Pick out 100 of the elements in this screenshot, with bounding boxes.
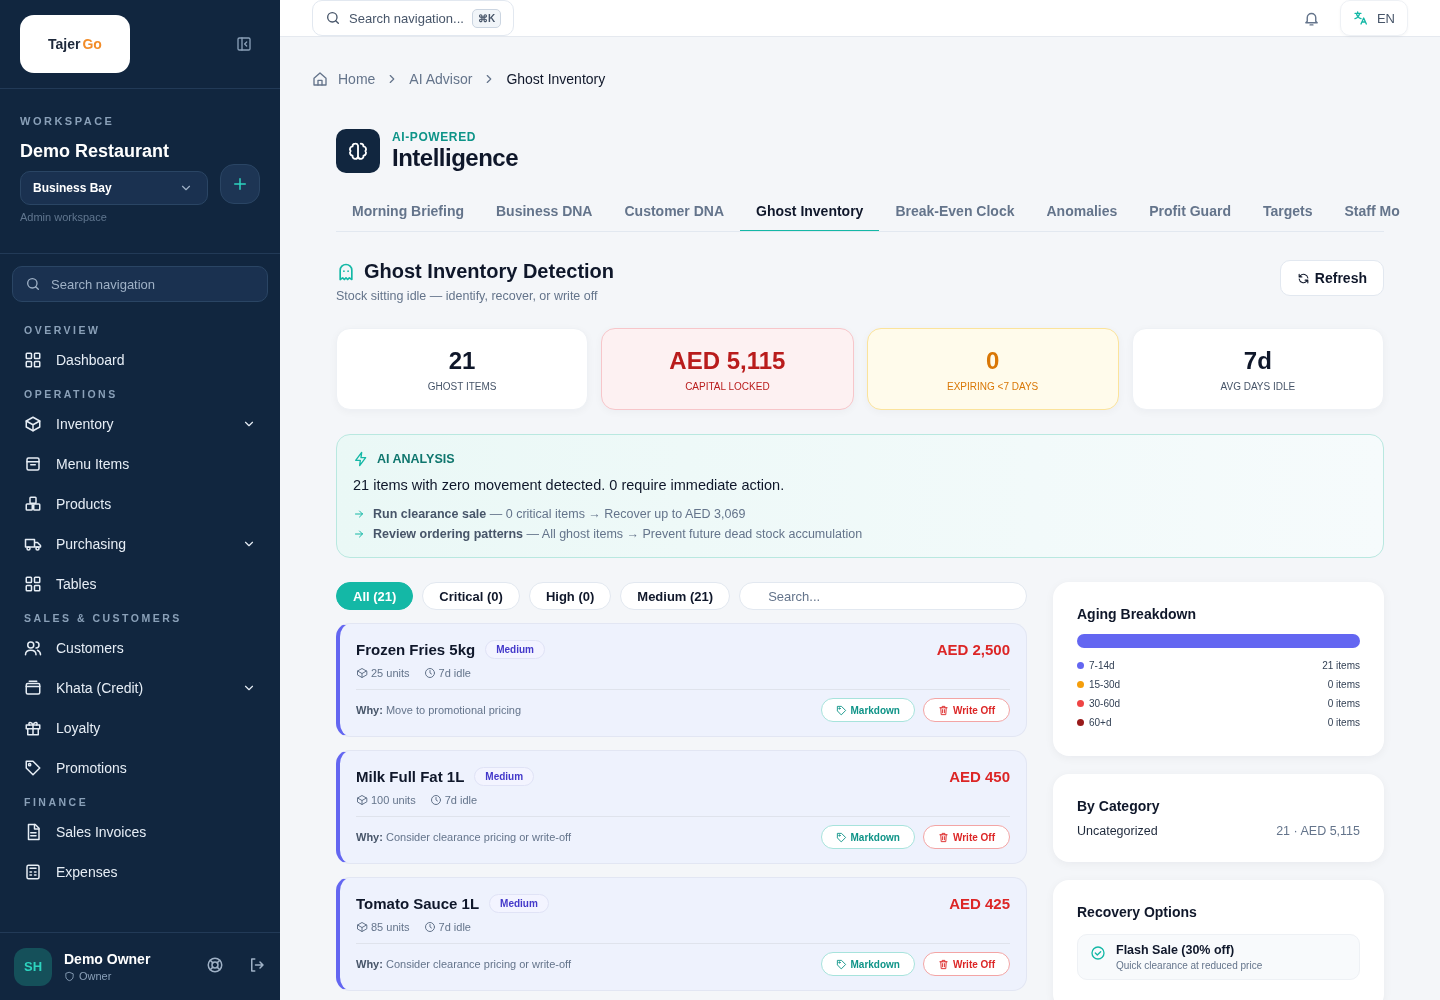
write-off-button[interactable]: Write Off	[922, 952, 1010, 976]
arrow-right-icon	[353, 508, 365, 520]
tab[interactable]: Profit Guard	[1133, 191, 1247, 231]
reason-text: Why: Move to promotional pricing	[356, 704, 523, 716]
tab[interactable]: Staff Mo	[1328, 191, 1416, 231]
page-title: Intelligence	[392, 144, 519, 171]
gift-icon	[24, 719, 42, 737]
reason-text: Why: Consider clearance pricing or write-off	[356, 958, 572, 970]
nav-item[interactable]: Promotions	[12, 748, 268, 788]
analysis-action: Review ordering patterns — All ghost items → Prevent future dead stock accumulation	[373, 527, 863, 541]
filter-chip[interactable]: Medium (21)	[620, 582, 731, 610]
cube-icon	[24, 415, 42, 433]
calculator-icon	[24, 863, 42, 881]
markdown-button[interactable]: Markdown	[820, 952, 915, 976]
workspace-note: Admin workspace	[20, 211, 107, 223]
grid-icon	[24, 575, 42, 593]
search-field[interactable]: Search navigation... ⌘K	[312, 0, 515, 36]
nav-item[interactable]: Inventory	[12, 404, 268, 444]
legend-count: 0 items	[1327, 717, 1360, 728]
home-icon[interactable]	[312, 71, 328, 87]
reason-text: Why: Consider clearance pricing or write-off	[356, 831, 572, 843]
collapse-sidebar-icon[interactable]	[236, 36, 252, 52]
trash-icon	[937, 958, 949, 970]
legend-count: 0 items	[1327, 679, 1360, 690]
search-field[interactable]: Search navigation	[12, 266, 268, 302]
item-name: Milk Full Fat 1L	[356, 768, 465, 785]
markdown-button[interactable]: Markdown	[820, 825, 915, 849]
idle-text: 7d idle	[438, 921, 471, 933]
tab[interactable]: Anomalies	[1030, 191, 1134, 231]
refresh-icon	[1296, 271, 1310, 285]
workspace-label: WORKSPACE	[20, 115, 115, 127]
clock-icon	[429, 794, 442, 806]
help-icon[interactable]	[206, 955, 224, 974]
grid-icon	[24, 351, 42, 369]
search-field[interactable]: Search...	[739, 582, 1027, 610]
language-button[interactable]: EN	[1339, 0, 1408, 36]
avatar: SH	[14, 947, 52, 986]
recovery-option[interactable]: Flash Sale (30% off) Quick clearance at reduced price	[1077, 934, 1360, 980]
section-subtitle: Stock sitting idle — identify, recover, or write off	[336, 289, 598, 303]
legend-label: 30-60d	[1089, 698, 1121, 709]
section-heading: OVERVIEW	[23, 323, 102, 338]
idle-text: 7d idle	[444, 794, 478, 806]
write-off-button[interactable]: Write Off	[922, 698, 1010, 722]
stat-label: GHOST ITEMS	[427, 380, 497, 392]
branch-select[interactable]: Business Bay	[20, 171, 208, 205]
translate-icon	[1352, 10, 1369, 26]
tab[interactable]: Business DNA	[480, 191, 609, 231]
tab[interactable]: Ghost Inventory	[740, 191, 880, 231]
section-heading: SALES & CUSTOMERS	[23, 611, 183, 626]
trash-icon	[937, 704, 949, 716]
idle-text: 7d idle	[438, 667, 471, 679]
logout-icon[interactable]	[248, 955, 266, 974]
nav-item[interactable]: Tables	[12, 564, 268, 604]
stat-value: 7d	[1243, 346, 1272, 375]
plus-icon	[231, 175, 249, 193]
check-circle-icon	[1090, 945, 1106, 961]
stat-label: CAPITAL LOCKED	[685, 380, 770, 392]
filter-chip[interactable]: Critical (0)	[422, 582, 520, 610]
nav-item[interactable]: Menu Items	[12, 444, 268, 484]
card-title: Recovery Options	[1077, 904, 1198, 920]
severity-badge: Medium	[474, 767, 535, 786]
cube-icon	[356, 794, 368, 806]
stat-value: 21	[448, 346, 476, 375]
nav-item[interactable]: Loyalty	[12, 708, 268, 748]
breadcrumb-link[interactable]: Home	[338, 71, 376, 87]
nav-item[interactable]: Purchasing	[12, 524, 268, 564]
tag-icon	[835, 704, 847, 716]
cube-icon	[356, 667, 368, 679]
nav-item[interactable]: Khata (Credit)	[12, 668, 268, 708]
breadcrumb-link[interactable]: AI Advisor	[409, 71, 473, 87]
category-name: Uncategorized	[1077, 824, 1158, 838]
units-text: 25 units	[371, 667, 410, 679]
card-title: Aging Breakdown	[1077, 606, 1197, 622]
shield-icon	[64, 970, 75, 982]
filter-chip[interactable]: High (0)	[528, 582, 612, 610]
shortcut-key: ⌘K	[471, 8, 502, 28]
user-name: Demo Owner	[64, 951, 152, 967]
nav-item[interactable]: Products	[12, 484, 268, 524]
logo[interactable]: TajerGo	[20, 15, 130, 73]
add-button[interactable]	[220, 164, 260, 204]
users-icon	[24, 639, 42, 657]
analysis-action: Run clearance sale — 0 critical items → Recover up to AED 3,069	[373, 507, 746, 521]
nav-item[interactable]: Customers	[12, 628, 268, 668]
markdown-button[interactable]: Markdown	[820, 698, 915, 722]
boxes-icon	[24, 495, 42, 513]
nav-item[interactable]: Expenses	[12, 852, 268, 892]
user-role: Owner	[79, 970, 112, 982]
refresh-button[interactable]: Refresh	[1279, 260, 1384, 296]
tab[interactable]: Targets	[1246, 191, 1329, 231]
tab[interactable]: Customer DNA	[608, 191, 741, 231]
nav-item[interactable]: Sales Invoices	[12, 812, 268, 852]
write-off-button[interactable]: Write Off	[922, 825, 1010, 849]
nav-item[interactable]: Dashboard	[12, 340, 268, 380]
tab[interactable]: Break-Even Clock	[879, 191, 1031, 231]
analysis-title: AI ANALYSIS	[377, 452, 455, 466]
legend-count: 0 items	[1327, 698, 1360, 709]
tab[interactable]: Morning Briefing	[336, 191, 480, 231]
severity-badge: Medium	[489, 894, 549, 913]
search-icon	[325, 10, 341, 26]
category-value: 21 · AED 5,115	[1276, 824, 1360, 838]
